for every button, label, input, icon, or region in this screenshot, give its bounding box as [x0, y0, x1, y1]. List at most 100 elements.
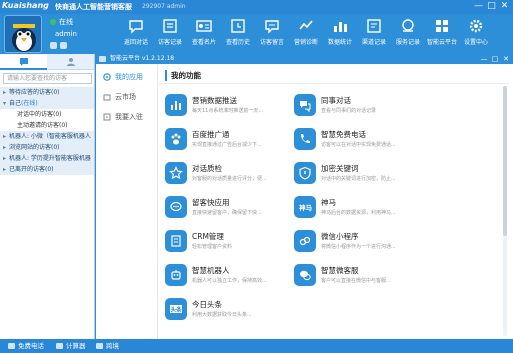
plugin-title: 智能云平台 v1.2.12.18 — [110, 55, 175, 62]
nav-cloud-market[interactable]: 云市场 — [99, 90, 155, 104]
toolbar-channel-record[interactable]: 渠道记录 — [355, 16, 393, 52]
message-icon — [265, 20, 279, 34]
bottom-crossborder[interactable]: 跨境 — [96, 341, 119, 351]
scrollbar-thumb[interactable] — [503, 86, 507, 236]
title-bar: Kuaishang 快商通人工智能营销客服 292907 admin — □ ✕ — [0, 0, 513, 14]
market-icon — [103, 94, 111, 101]
tree-group-self[interactable]: ▾ 自己(在线) — [0, 98, 94, 109]
toolbar-cloud-platform[interactable]: 智能云平台 — [423, 16, 461, 52]
view-card-icon — [196, 20, 212, 32]
toolbar-statistics[interactable]: 数据统计 — [321, 16, 359, 52]
app-card-quality-check[interactable]: 对话质检 对客服的对话质量进行评分，便... — [165, 160, 285, 186]
svg-text:神马: 神马 — [299, 203, 312, 212]
miniprogram-icon — [294, 230, 316, 252]
nav-settle-in[interactable]: 我要入驻 — [99, 110, 155, 124]
star-icon — [165, 162, 187, 184]
toolbar-view-card[interactable]: 查看名片 — [185, 16, 223, 52]
baidu-paw-icon — [165, 128, 187, 150]
visitor-panel: 请输入您要查找的访客 ▸ 等待应答的访客(0) ▾ 自己(在线) 对话中的访客(0)… — [0, 54, 95, 339]
app-card-free-phone[interactable]: 智慧免费电话 访客可以在对话中实现免费通话... — [294, 126, 414, 152]
diagnosis-icon — [299, 20, 313, 30]
chat-bubble-tab-icon — [19, 58, 28, 66]
history-icon — [231, 19, 245, 33]
apps-content: 我的功能 营销数据推送 每天11点系统准时推送前一天... 同事对话 查看与同事… — [159, 64, 509, 339]
settle-icon — [103, 113, 111, 121]
status-label[interactable]: 在线 — [59, 17, 73, 27]
toutiao-icon: 头条 — [165, 298, 187, 320]
shenma-icon: 神马 — [294, 196, 316, 218]
wechat-service-icon — [294, 264, 316, 286]
plugin-side-nav: 我的应用 云市场 我要入驻 — [96, 64, 158, 339]
tree-group-robot-education[interactable]: ▸ 机器人: 学历提升智能客服机器 — [0, 153, 94, 164]
app-card-wechat-service[interactable]: 智慧微客服 客户可以直接在微信中与客服... — [294, 262, 414, 288]
app-card-shenma[interactable]: 神马 神马 神马后台的数据资源，利用神马... — [294, 194, 414, 220]
toolbar-visitor-record[interactable]: 访客记录 — [151, 16, 189, 52]
channel-record-icon — [367, 19, 381, 33]
plugin-minimize-button[interactable]: — — [479, 54, 489, 64]
tree-group-robot-xiaowei[interactable]: ▸ 机器人: 小微（智能客服机器人 — [0, 131, 94, 142]
visitor-tree: ▸ 等待应答的访客(0) ▾ 自己(在线) 对话中的访客(0) 主动邀请的访客(0)… — [0, 87, 94, 175]
bottom-bar: 免费电话 计算器 跨境 — [0, 339, 513, 353]
bar-chart-icon — [165, 94, 187, 116]
toolbar-diagnosis[interactable]: 营销诊断 — [287, 16, 325, 52]
nav-my-apps[interactable]: 我的应用 — [99, 70, 155, 84]
tree-group-browsing[interactable]: ▸ 浏览网站的访客(0) — [0, 142, 94, 153]
online-status-icon[interactable] — [50, 19, 56, 25]
chat-tab[interactable] — [0, 54, 47, 70]
avatar[interactable] — [4, 15, 42, 53]
toolbar-back-chat[interactable]: 返回对话 — [117, 16, 155, 52]
contacts-tab[interactable] — [47, 54, 94, 70]
app-title: 快商通人工智能营销客服 — [55, 3, 132, 11]
chat-bubble-icon — [165, 196, 187, 218]
tree-item-invited[interactable]: 主动邀请的访客(0) — [0, 120, 94, 131]
account-info: 292907 admin — [142, 3, 186, 10]
svg-text:头条: 头条 — [171, 306, 183, 314]
toolbar-service-record[interactable]: 服务记录 — [389, 16, 427, 52]
mail-status-icon[interactable] — [60, 42, 67, 49]
tree-group-left[interactable]: ▸ 已离开的访客(0) — [0, 164, 94, 175]
phone-status-icon[interactable] — [50, 42, 57, 49]
brand-logo: Kuaishang — [2, 1, 49, 10]
plugin-title-bar: 智能云平台 v1.2.12.18 — □ ✕ — [96, 54, 513, 64]
service-record-icon — [402, 19, 414, 32]
toolbar-settings[interactable]: 设置中心 — [457, 16, 495, 52]
toolbar-history[interactable]: 查看历史 — [219, 16, 257, 52]
contacts-tab-icon — [66, 58, 75, 66]
minimize-button[interactable]: — — [473, 1, 484, 12]
app-card-toutiao[interactable]: 头条 今日头条 利用大数据获取今日头条... — [165, 296, 285, 322]
app-card-colleague-chat[interactable]: 同事对话 查看与同事们的对话记录 — [294, 92, 414, 118]
user-quick-icons — [50, 42, 70, 50]
visitor-search-input[interactable]: 请输入您要查找的访客 — [3, 73, 92, 84]
plugin-maximize-button[interactable]: □ — [490, 54, 500, 64]
plugin-logo-icon — [99, 56, 106, 62]
tree-group-waiting[interactable]: ▸ 等待应答的访客(0) — [0, 87, 94, 98]
app-card-smart-robot[interactable]: 智慧机器人 机器人可以独立工作，保持高效... — [165, 262, 285, 288]
crm-icon — [165, 230, 187, 252]
app-card-marketing-push[interactable]: 营销数据推送 每天11点系统准时推送前一天... — [165, 92, 285, 118]
colleague-chat-icon — [294, 94, 316, 116]
settings-icon — [469, 19, 483, 33]
phone-icon — [294, 128, 316, 150]
app-card-baidu[interactable]: 百度推广通 实现直接通过广告后台减少下... — [165, 126, 285, 152]
section-title: 我的功能 — [165, 70, 201, 81]
visitor-tabs — [0, 54, 94, 70]
content-scrollbar[interactable] — [503, 86, 507, 336]
tree-item-chatting[interactable]: 对话中的访客(0) — [0, 109, 94, 120]
plugin-close-button[interactable]: ✕ — [501, 54, 511, 64]
cloud-platform-icon — [436, 20, 448, 32]
app-card-wechat-miniprogram[interactable]: 微信小程序 将微信小程序作为一个进行沟通... — [294, 228, 414, 254]
app-card-encrypt-keyword[interactable]: 加密关键词 对话中的关键词进行加密，防止... — [294, 160, 414, 186]
crossborder-icon — [96, 343, 103, 349]
app-card-crm[interactable]: CRM管理 轻松管理客户资料 — [165, 228, 285, 254]
robot-icon — [165, 264, 187, 286]
free-phone-icon — [8, 343, 15, 349]
maximize-button[interactable]: □ — [486, 1, 497, 12]
calculator-icon — [56, 343, 63, 349]
close-button[interactable]: ✕ — [499, 1, 510, 12]
bottom-calculator[interactable]: 计算器 — [56, 341, 86, 351]
cloud-platform-window: 智能云平台 v1.2.12.18 — □ ✕ 我的应用 云市场 我要入驻 我的功… — [96, 54, 513, 339]
toolbar-message[interactable]: 访客留言 — [253, 16, 291, 52]
shield-icon — [294, 162, 316, 184]
bottom-free-phone[interactable]: 免费电话 — [8, 341, 44, 351]
app-card-quick-leads[interactable]: 留客快应用 直接快速留客户，确保留下快... — [165, 194, 285, 220]
